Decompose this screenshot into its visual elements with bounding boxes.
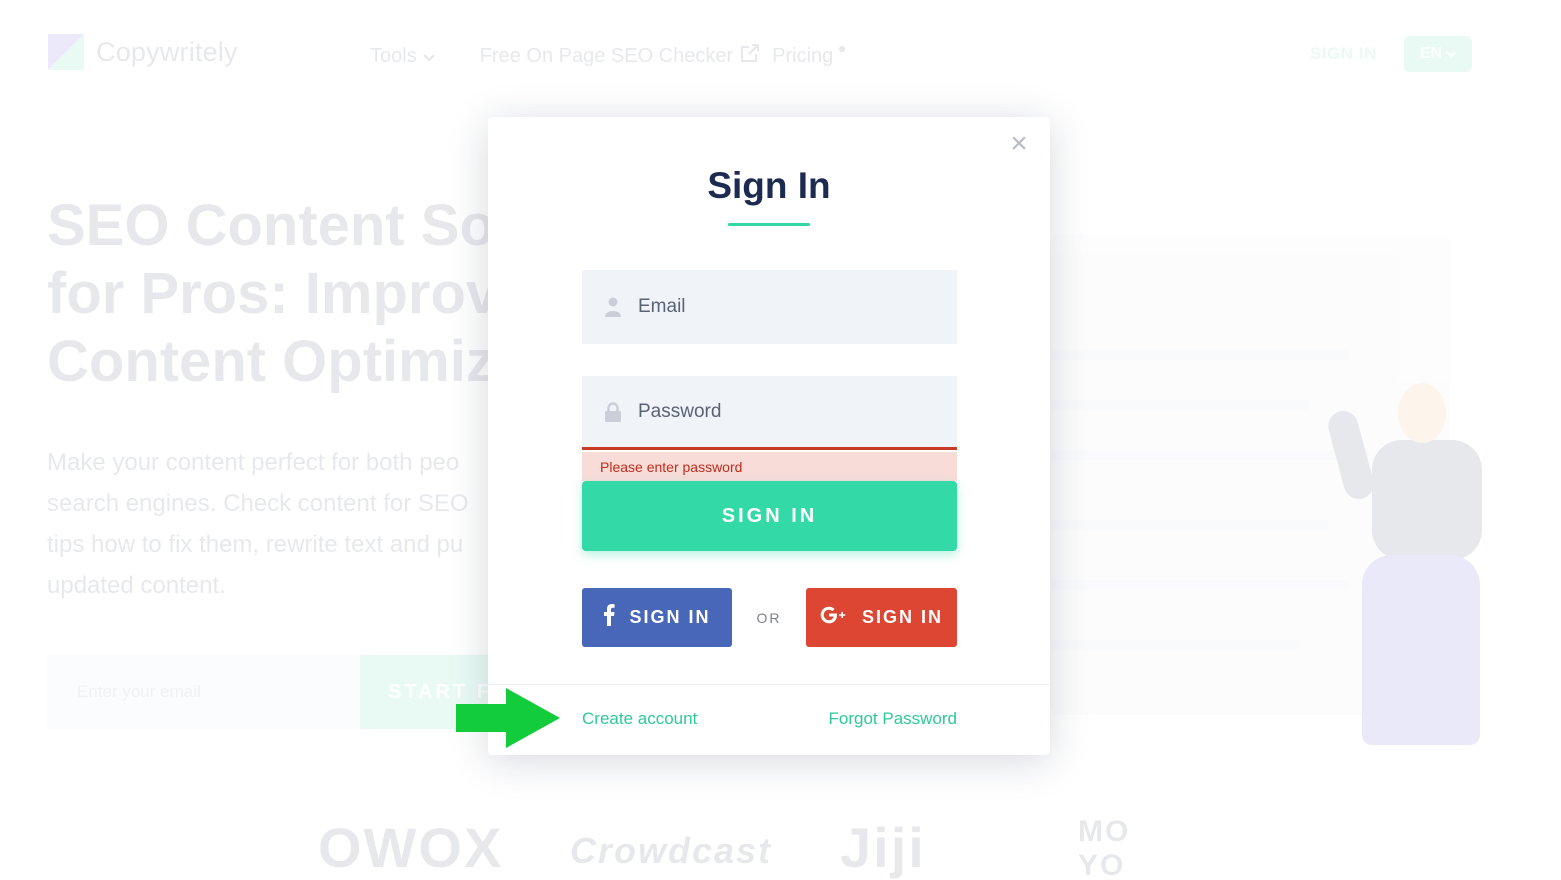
arrow-right-icon xyxy=(456,688,560,748)
facebook-sign-in-button[interactable]: SIGN IN xyxy=(582,588,732,647)
hero-subtitle-line: updated content. xyxy=(47,572,226,599)
facebook-sign-in-label: SIGN IN xyxy=(629,607,711,627)
hero-subtitle-line: tips how to fix them, rewrite text and p… xyxy=(47,531,464,558)
user-icon xyxy=(604,297,622,317)
email-input[interactable] xyxy=(638,296,938,318)
sign-in-button[interactable]: SIGN IN xyxy=(582,481,957,551)
nav-seo-checker[interactable]: Free On Page SEO Checker xyxy=(480,42,761,70)
logo-icon xyxy=(48,34,84,70)
password-input[interactable] xyxy=(638,400,938,423)
language-select[interactable]: EN xyxy=(1404,36,1472,72)
brand-logo-owox: OWOX xyxy=(318,816,504,879)
title-underline xyxy=(728,223,810,226)
create-account-link[interactable]: Create account xyxy=(582,709,697,729)
illustration-line xyxy=(1050,580,1350,590)
sign-in-modal: × Sign In Please enter password SIGN IN … xyxy=(488,117,1050,755)
illustration-line xyxy=(1050,400,1310,410)
modal-title: Sign In xyxy=(707,165,831,206)
illustration-line xyxy=(1050,450,1370,460)
hero-email-input[interactable]: Enter your email xyxy=(47,655,360,729)
hero-subtitle-line: search engines. Check content for SEO xyxy=(47,490,469,517)
person-illustration-body xyxy=(1372,440,1482,560)
chevron-down-icon xyxy=(422,45,435,68)
brand-logo-jiji: Jiji xyxy=(840,816,926,879)
hero-title: SEO Content Soft for Pros: Improve Conte… xyxy=(47,192,534,396)
email-field[interactable] xyxy=(582,270,957,344)
forgot-password-link[interactable]: Forgot Password xyxy=(829,709,958,729)
hero-subtitle-line: Make your content perfect for both peo xyxy=(47,449,460,476)
hero-subtitle: Make your content perfect for both peo s… xyxy=(47,442,507,606)
brand-logo-crowdcast: Crowdcast xyxy=(570,830,773,871)
hero-title-line: SEO Content Soft xyxy=(47,193,534,258)
logo-text: Copywritely xyxy=(96,36,238,67)
modal-divider xyxy=(488,684,1050,685)
header-sign-in-link[interactable]: SIGN IN xyxy=(1310,44,1377,64)
nav-tools-label: Tools xyxy=(370,44,417,67)
illustration-line xyxy=(1050,520,1330,530)
nav-seo-checker-label: Free On Page SEO Checker xyxy=(479,44,734,67)
new-indicator-dot xyxy=(839,46,846,52)
person-illustration-legs xyxy=(1362,555,1480,745)
person-illustration-head xyxy=(1398,383,1446,443)
brand-logo-moyo: MOYO xyxy=(1078,815,1131,880)
close-icon[interactable]: × xyxy=(1006,129,1032,159)
hero-title-line: for Pros: Improve xyxy=(47,261,531,326)
hero-title-line: Content Optimiza xyxy=(47,329,528,394)
password-error-message: Please enter password xyxy=(582,452,957,481)
or-separator: OR xyxy=(756,610,782,626)
illustration-line xyxy=(1050,350,1350,360)
google-plus-icon xyxy=(820,606,848,629)
lock-icon xyxy=(604,401,622,422)
nav-pricing[interactable]: Pricing xyxy=(772,42,846,70)
facebook-icon xyxy=(603,604,616,631)
language-label: EN xyxy=(1419,45,1443,62)
page: Copywritely Tools Free On Page SEO Check… xyxy=(0,0,1561,880)
nav-pricing-label: Pricing xyxy=(772,44,834,67)
logo[interactable]: Copywritely xyxy=(48,34,238,70)
google-sign-in-label: SIGN IN xyxy=(861,607,943,627)
main-nav: Tools Free On Page SEO Checker Pricing xyxy=(370,42,846,70)
password-field[interactable] xyxy=(582,376,957,450)
nav-tools[interactable]: Tools xyxy=(370,42,435,70)
illustration-line xyxy=(1050,640,1300,650)
external-link-icon xyxy=(739,42,761,70)
google-sign-in-button[interactable]: SIGN IN xyxy=(806,588,957,647)
chevron-down-icon xyxy=(1446,45,1456,63)
